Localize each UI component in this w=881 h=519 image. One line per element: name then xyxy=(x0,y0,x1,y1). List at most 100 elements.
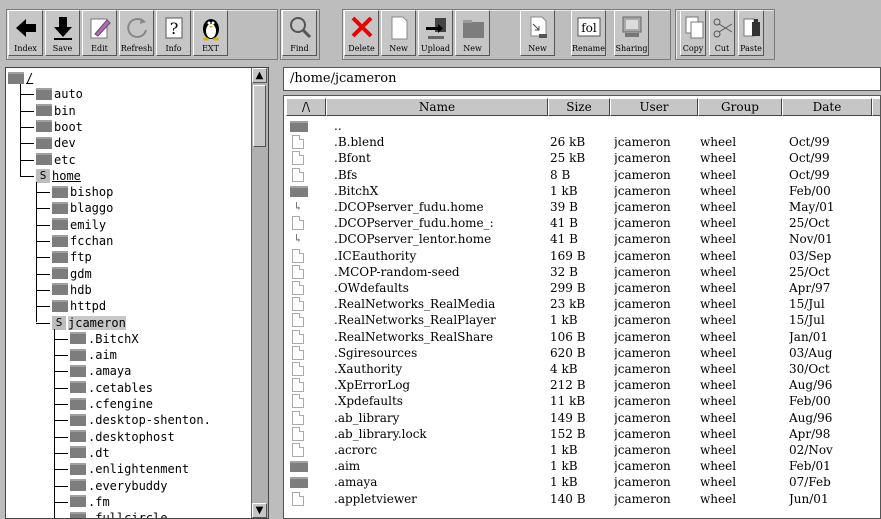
file-row[interactable]: .Bfont 25 kB jcameron wheel Oct/99 xyxy=(284,150,880,166)
file-user: jcameron xyxy=(614,426,671,441)
file-list[interactable]: /\ Name Size User Group Date .. .B.blend 2… xyxy=(283,95,881,519)
file-row[interactable]: .ab_library.lock 152 B jcameron wheel Apr/98 xyxy=(284,426,880,442)
tree-item[interactable]: .cfengine xyxy=(70,396,153,412)
rename-button[interactable]: fol Rename xyxy=(571,10,606,56)
tree-item[interactable]: .everybuddy xyxy=(70,478,167,494)
file-row[interactable]: .OWdefaults 299 B jcameron wheel Apr/97 xyxy=(284,280,880,296)
tree-item[interactable]: .desktophost xyxy=(70,429,175,445)
cut-button[interactable]: Cut xyxy=(709,10,735,56)
index-button[interactable]: Index xyxy=(8,10,43,56)
tree-item[interactable]: .fullcircle xyxy=(70,510,167,518)
upload-button[interactable]: Upload xyxy=(418,10,453,56)
file-icon xyxy=(292,135,304,150)
edit-button[interactable]: Edit xyxy=(82,10,117,56)
scroll-thumb[interactable] xyxy=(253,85,266,147)
tree-item[interactable]: blaggo xyxy=(52,200,113,216)
file-group: wheel xyxy=(700,410,737,425)
file-row[interactable]: .B.blend 26 kB jcameron wheel Oct/99 xyxy=(284,134,880,150)
file-row[interactable]: .amaya 1 kB jcameron wheel 07/Feb xyxy=(284,474,880,490)
file-size: 26 kB xyxy=(550,135,586,150)
tree-item[interactable]: httpd xyxy=(52,298,106,314)
tree-item[interactable]: hdb xyxy=(52,282,92,298)
file-row[interactable]: .XpErrorLog 212 B jcameron wheel Aug/96 xyxy=(284,377,880,393)
directory-tree[interactable]: / auto bin boot dev etc Shome bishop blaggo emily… xyxy=(5,67,269,519)
new-folder-button[interactable]: New xyxy=(455,10,490,56)
file-row[interactable]: .DCOPserver_fudu.home_: 41 B jcameron wheel… xyxy=(284,215,880,231)
file-row[interactable]: .MCOP-random-seed 32 B jcameron wheel 25/Oct xyxy=(284,264,880,280)
column-header-group[interactable]: Group xyxy=(698,98,782,116)
file-group: wheel xyxy=(700,362,737,376)
tree-item[interactable]: fcchan xyxy=(52,233,113,249)
file-user: jcameron xyxy=(614,329,671,344)
file-group: wheel xyxy=(700,345,737,360)
file-row[interactable]: .Bfs 8 B jcameron wheel Oct/99 xyxy=(284,167,880,183)
file-row[interactable]: .Xauthority 4 kB jcameron wheel 30/Oct xyxy=(284,361,880,377)
tree-item[interactable]: .aim xyxy=(70,347,117,363)
sharing-button[interactable]: Sharing xyxy=(614,10,649,56)
file-row[interactable]: .RealNetworks_RealMedia 23 kB jcameron whee… xyxy=(284,296,880,312)
file-row[interactable]: .. xyxy=(284,118,880,134)
tree-item[interactable]: boot xyxy=(36,119,83,135)
tree-item[interactable]: auto xyxy=(36,86,83,102)
tree-item[interactable]: .dt xyxy=(70,445,110,461)
column-header-date[interactable]: Date xyxy=(782,98,872,116)
tree-item[interactable]: .fm xyxy=(70,494,110,510)
file-row[interactable]: .ab_library 149 B jcameron wheel Aug/96 xyxy=(284,410,880,426)
refresh-button[interactable]: Refresh xyxy=(119,10,154,56)
tree-item[interactable]: ftp xyxy=(52,249,92,265)
file-row[interactable]: .Sgiresources 620 B jcameron wheel 03/Aug xyxy=(284,345,880,361)
file-row[interactable]: .Xpdefaults 11 kB jcameron wheel Feb/00 xyxy=(284,393,880,409)
scroll-up-arrow[interactable]: ▲ xyxy=(252,68,267,83)
paste-button[interactable]: Paste xyxy=(738,10,764,56)
column-sort-indicator[interactable]: /\ xyxy=(286,98,326,116)
ext-button[interactable]: EXT xyxy=(193,10,228,56)
tree-item[interactable]: Sjcameron xyxy=(52,315,126,331)
tree-item[interactable]: bishop xyxy=(52,184,113,200)
new-file-button[interactable]: New xyxy=(381,10,416,56)
penguin-icon xyxy=(203,19,219,41)
column-header-name[interactable]: Name xyxy=(326,98,548,116)
path-field[interactable]: /home/jcameron xyxy=(283,67,881,91)
file-row[interactable]: .aim 1 kB jcameron wheel Feb/01 xyxy=(284,458,880,474)
tree-item-label: .desktop-shenton. xyxy=(88,413,211,428)
tree-connector xyxy=(54,388,68,389)
file-date: Feb/00 xyxy=(789,183,831,198)
tree-item-label: blaggo xyxy=(70,201,114,216)
new-link-button[interactable]: New xyxy=(520,10,555,56)
tree-item[interactable]: emily xyxy=(52,217,106,233)
file-row[interactable]: .RealNetworks_RealPlayer 1 kB jcameron whee… xyxy=(284,312,880,328)
tree-connector xyxy=(54,339,68,340)
save-button[interactable]: Save xyxy=(45,10,80,56)
scroll-down-arrow[interactable]: ▼ xyxy=(252,503,267,518)
tree-item[interactable]: .amaya xyxy=(70,363,131,379)
file-row[interactable]: .BitchX 1 kB jcameron wheel Feb/00 xyxy=(284,183,880,199)
tree-item[interactable]: .BitchX xyxy=(70,331,139,347)
tree-item[interactable]: .cetables xyxy=(70,380,153,396)
copy-button[interactable]: Copy xyxy=(680,10,706,56)
file-icon xyxy=(292,329,304,344)
tree-scrollbar[interactable]: ▲ ▼ xyxy=(251,68,268,518)
column-header-user[interactable]: User xyxy=(610,98,698,116)
file-row[interactable]: ↳ .DCOPserver_lentor.home 41 B jcameron whee… xyxy=(284,231,880,247)
tree-item[interactable]: gdm xyxy=(52,266,92,282)
find-button[interactable]: Find xyxy=(282,10,317,56)
tree-item[interactable]: dev xyxy=(36,135,76,151)
tree-item[interactable]: bin xyxy=(36,103,76,119)
tree-item[interactable]: .desktop-shenton. xyxy=(70,412,211,428)
delete-button[interactable]: Delete xyxy=(344,10,379,56)
tree-connector xyxy=(20,84,21,176)
tree-item[interactable]: .enlightenment xyxy=(70,461,189,477)
file-icon xyxy=(292,264,304,279)
file-row[interactable]: .acrorc 1 kB jcameron wheel 02/Nov xyxy=(284,442,880,458)
file-date: Feb/01 xyxy=(789,459,831,474)
info-button[interactable]: ? Info xyxy=(156,10,191,56)
file-row[interactable]: .ICEauthority 169 B jcameron wheel 03/Sep xyxy=(284,248,880,264)
tree-item[interactable]: etc xyxy=(36,152,76,168)
tree-connector xyxy=(20,111,34,112)
file-row[interactable]: ↳ .DCOPserver_fudu.home 39 B jcameron wheel M… xyxy=(284,199,880,215)
paste-icon xyxy=(743,18,760,37)
tree-item[interactable]: Shome xyxy=(36,168,81,184)
column-header-size[interactable]: Size xyxy=(548,98,610,116)
file-row[interactable]: .appletviewer 140 B jcameron wheel Jun/01 xyxy=(284,491,880,507)
file-row[interactable]: .RealNetworks_RealShare 106 B jcameron whee… xyxy=(284,329,880,345)
